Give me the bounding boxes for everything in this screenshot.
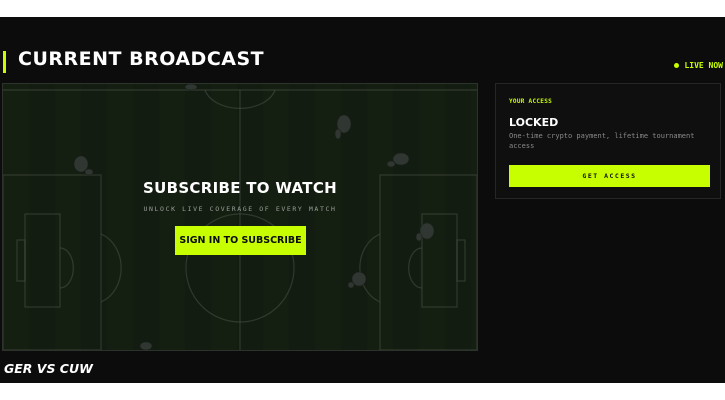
sign-in-to-subscribe-button[interactable]: SIGN IN TO SUBSCRIBE xyxy=(175,226,306,255)
title-accent-bar xyxy=(3,51,6,73)
subscribe-subtitle: UNLOCK LIVE COVERAGE OF EVERY MATCH xyxy=(143,205,337,213)
subscribe-overlay xyxy=(3,84,477,350)
subscribe-title: SUBSCRIBE TO WATCH xyxy=(143,179,337,197)
live-indicator: LIVE NOW xyxy=(674,61,723,70)
access-status: LOCKED xyxy=(509,116,559,129)
video-player[interactable]: SUBSCRIBE TO WATCH UNLOCK LIVE COVERAGE … xyxy=(2,83,478,351)
access-description: One-time crypto payment, lifetime tourna… xyxy=(509,132,695,150)
page-title: CURRENT BROADCAST xyxy=(18,48,265,70)
live-label: LIVE NOW xyxy=(684,61,723,70)
access-label: YOUR ACCESS xyxy=(509,98,553,105)
match-title: GER VS CUW xyxy=(4,361,93,376)
app-window: CURRENT BROADCAST LIVE NOW SUBSCRIBE TO … xyxy=(0,17,725,383)
get-access-button[interactable]: GET ACCESS xyxy=(509,165,710,187)
live-dot-icon xyxy=(674,63,680,68)
access-card: YOUR ACCESS LOCKED One-time crypto payme… xyxy=(495,83,721,199)
